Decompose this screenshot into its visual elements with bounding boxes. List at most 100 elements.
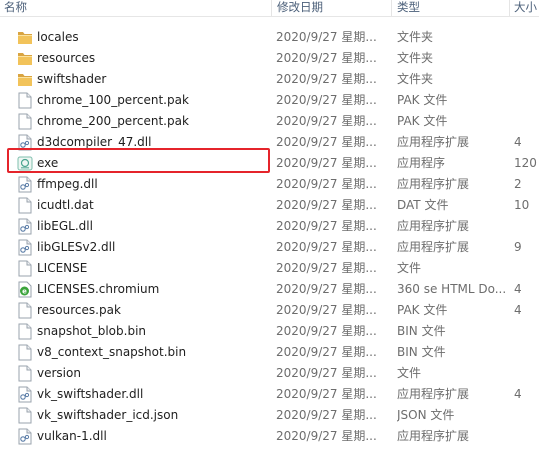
file-name: vk_swiftshader.dll [37,387,144,401]
file-icon [17,365,33,382]
file-date: 2020/9/27 星期... [276,429,377,443]
file-name: swiftshader [37,72,107,86]
file-name: libGLESv2.dll [37,240,116,254]
file-type: 应用程序扩展 [397,219,470,233]
file-list: locales 2020/9/27 星期... 文件夹 resources 2020/9… [0,27,539,447]
column-divider[interactable] [271,0,272,16]
file-icon [17,323,33,340]
file-date: 2020/9/27 星期... [276,240,377,254]
file-row[interactable]: locales 2020/9/27 星期... 文件夹 [0,27,539,48]
file-size [514,405,539,426]
column-header-name[interactable]: 名称 [4,0,264,16]
file-date: 2020/9/27 星期... [276,345,377,359]
file-type: PAK 文件 [397,93,448,107]
column-header-type[interactable]: 类型 [397,0,507,16]
folder-icon [17,71,33,88]
file-name: chrome_200_percent.pak [37,114,189,128]
file-date: 2020/9/27 星期... [276,135,377,149]
column-divider[interactable] [391,0,392,16]
svg-text:e: e [22,288,27,296]
file-size: 4 [514,135,522,149]
file-size [514,111,539,132]
file-name: version [37,366,81,380]
file-date: 2020/9/27 星期... [276,387,377,401]
file-date: 2020/9/27 星期... [276,282,377,296]
dll-icon [17,428,33,445]
column-divider[interactable] [509,0,510,16]
file-size [514,216,539,237]
file-type: BIN 文件 [397,324,446,338]
file-type: PAK 文件 [397,303,448,317]
file-type: 应用程序扩展 [397,387,470,401]
file-name: libEGL.dll [37,219,93,233]
file-row[interactable]: vulkan-1.dll 2020/9/27 星期... 应用程序扩展 [0,426,539,447]
file-row[interactable]: version 2020/9/27 星期... 文件 [0,363,539,384]
file-name: v8_context_snapshot.bin [37,345,187,359]
file-date: 2020/9/27 星期... [276,72,377,86]
file-type: BIN 文件 [397,345,446,359]
file-date: 2020/9/27 星期... [276,51,377,65]
file-type: 应用程序扩展 [397,177,470,191]
file-row[interactable]: snapshot_blob.bin 2020/9/27 星期... BIN 文件 [0,321,539,342]
file-size [514,48,539,69]
file-name: LICENSE [37,261,88,275]
file-row[interactable]: exe 2020/9/27 星期... 应用程序 120 [0,153,539,174]
file-date: 2020/9/27 星期... [276,114,377,128]
file-row[interactable]: libEGL.dll 2020/9/27 星期... 应用程序扩展 [0,216,539,237]
file-size [514,90,539,111]
file-row[interactable]: LICENSE 2020/9/27 星期... 文件 [0,258,539,279]
column-header-date[interactable]: 修改日期 [277,0,387,16]
file-type: 文件夹 [397,30,434,44]
file-date: 2020/9/27 星期... [276,324,377,338]
app-icon [17,155,33,172]
file-row[interactable]: vk_swiftshader.dll 2020/9/27 星期... 应用程序扩展 4 [0,384,539,405]
file-type: 文件夹 [397,51,434,65]
file-name: locales [37,30,79,44]
file-name: ffmpeg.dll [37,177,98,191]
file-size [514,69,539,90]
file-name: d3dcompiler_47.dll [37,135,152,149]
file-size: 4 [514,387,522,401]
file-size [514,321,539,342]
dll-icon [17,134,33,151]
file-row[interactable]: libGLESv2.dll 2020/9/27 星期... 应用程序扩展 9 [0,237,539,258]
file-row[interactable]: swiftshader 2020/9/27 星期... 文件夹 [0,69,539,90]
file-name: LICENSES.chromium [37,282,160,296]
dll-icon [17,176,33,193]
file-row[interactable]: chrome_200_percent.pak 2020/9/27 星期... PAK… [0,111,539,132]
file-name: exe [37,156,59,170]
file-icon [17,92,33,109]
dll-icon [17,386,33,403]
file-row[interactable]: v8_context_snapshot.bin 2020/9/27 星期... BI… [0,342,539,363]
file-row[interactable]: resources.pak 2020/9/27 星期... PAK 文件 4 [0,300,539,321]
file-date: 2020/9/27 星期... [276,303,377,317]
file-row[interactable]: icudtl.dat 2020/9/27 星期... DAT 文件 10 [0,195,539,216]
file-size: 4 [514,282,522,296]
file-type: JSON 文件 [397,408,455,422]
file-date: 2020/9/27 星期... [276,177,377,191]
file-type: 文件 [397,261,422,275]
file-name: resources [37,51,96,65]
file-row[interactable]: resources 2020/9/27 星期... 文件夹 [0,48,539,69]
file-size: 120 [514,156,537,170]
file-date: 2020/9/27 星期... [276,408,377,422]
file-row[interactable]: e LICENSES.chromium 2020/9/27 星期... 360 se … [0,279,539,300]
file-size: 10 [514,198,530,212]
file-date: 2020/9/27 星期... [276,156,377,170]
file-row[interactable]: ffmpeg.dll 2020/9/27 星期... 应用程序扩展 2 [0,174,539,195]
file-type: 应用程序扩展 [397,135,470,149]
file-row[interactable]: d3dcompiler_47.dll 2020/9/27 星期... 应用程序扩展 4 [0,132,539,153]
file-type: PAK 文件 [397,114,448,128]
file-name: resources.pak [37,303,121,317]
file-icon [17,113,33,130]
file-size [514,363,539,384]
file-size [514,342,539,363]
file-icon [17,344,33,361]
folder-icon [17,50,33,67]
file-row[interactable]: vk_swiftshader_icd.json 2020/9/27 星期... JS… [0,405,539,426]
file-type: 应用程序扩展 [397,429,470,443]
column-header-size[interactable]: 大小 [514,0,539,16]
file-type: 应用程序扩展 [397,240,470,254]
file-row[interactable]: chrome_100_percent.pak 2020/9/27 星期... PAK… [0,90,539,111]
file-date: 2020/9/27 星期... [276,219,377,233]
